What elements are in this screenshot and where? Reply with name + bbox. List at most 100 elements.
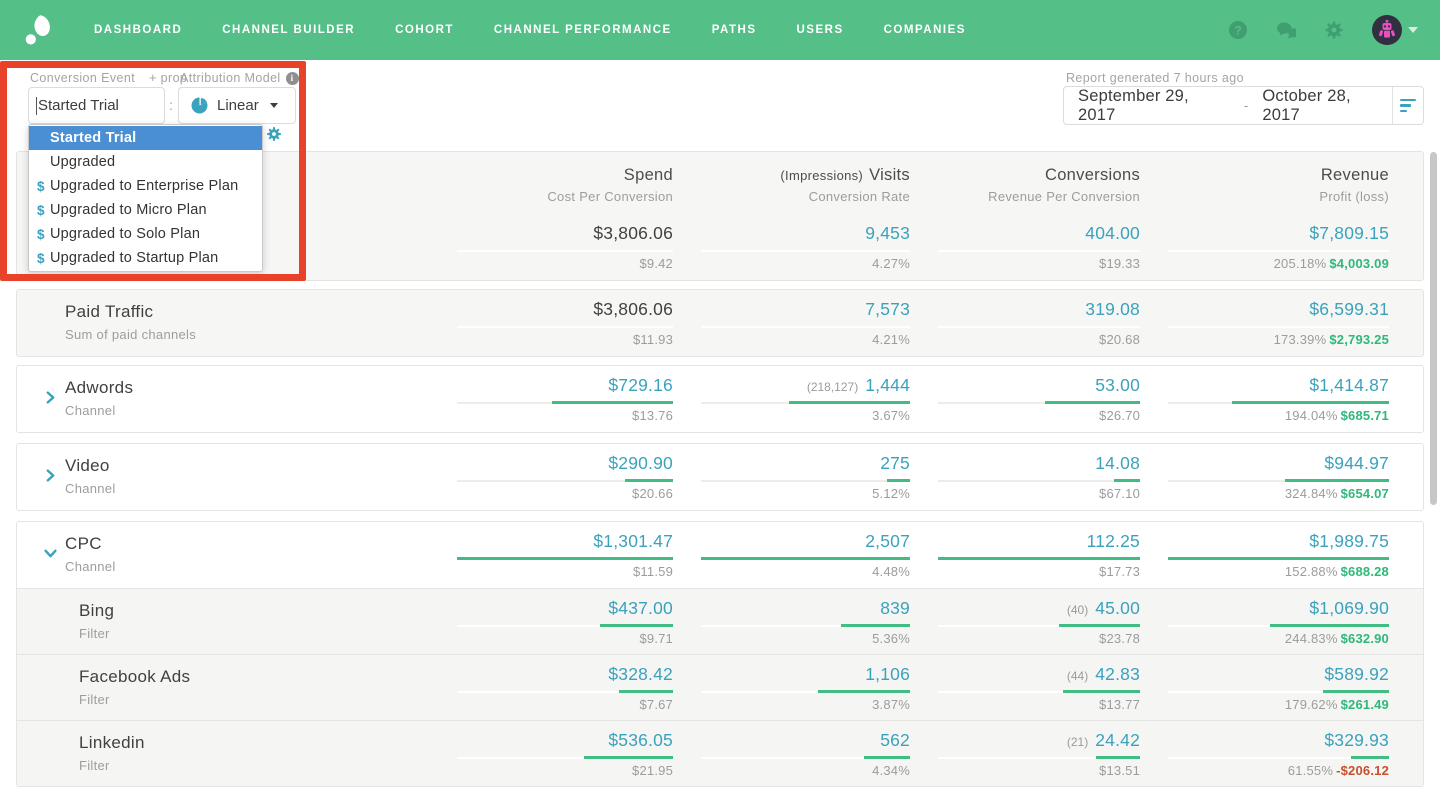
row-header-cell[interactable]: Facebook Ads Filter: [17, 655, 429, 720]
expand-chevron-icon[interactable]: [44, 547, 57, 560]
revenue-value: $7,809.15: [1309, 223, 1389, 243]
row-title: CPC: [65, 534, 429, 554]
dollar-icon: $: [37, 203, 50, 218]
row-header-cell[interactable]: Linkedin Filter: [17, 721, 429, 786]
visits-value: 1,444: [865, 375, 910, 395]
conversions-cell: 404.00 $19.33: [910, 214, 1140, 280]
profit-percent-value: 179.62%: [1285, 697, 1338, 712]
row-subtitle: Channel: [65, 559, 429, 574]
visits-cell: 2,507 4.48%: [673, 522, 910, 588]
attribution-model-label-text: Attribution Model: [180, 71, 281, 85]
attribution-logo[interactable]: [22, 13, 56, 47]
conversions-header[interactable]: Conversions: [910, 166, 1140, 186]
spend-subheader[interactable]: Cost Per Conversion: [429, 189, 673, 204]
value-bar-track: [701, 480, 910, 482]
row-title: Video: [65, 456, 429, 476]
scrollbar-thumb[interactable]: [1430, 152, 1437, 505]
row-header-cell[interactable]: Video Channel: [17, 444, 429, 510]
spend-value: $536.05: [608, 730, 673, 750]
profit-percent-value: 244.83%: [1285, 631, 1338, 646]
conversion-event-label: Conversion Event + prop: [30, 71, 187, 85]
row-subtitle: Filter: [79, 626, 429, 641]
spend-value: $729.16: [608, 375, 673, 395]
revenue-value: $6,599.31: [1309, 299, 1389, 319]
row-header-cell[interactable]: Bing Filter: [17, 589, 429, 654]
dropdown-option-startup[interactable]: $ Upgraded to Startup Plan: [29, 246, 262, 270]
revenue-per-conversion-value: $23.78: [910, 631, 1140, 646]
spend-value: $437.00: [608, 598, 673, 618]
expand-chevron-icon[interactable]: [44, 391, 57, 404]
value-bar-track: [938, 625, 1140, 627]
dropdown-option-upgraded[interactable]: Upgraded: [29, 150, 262, 174]
nav-paths[interactable]: PATHS: [712, 24, 757, 36]
table-row: CPC Channel $1,301.47 $11.59 2,507 4.48%…: [17, 522, 1423, 588]
value-bar-track: [938, 402, 1140, 404]
spend-cell: $290.90 $20.66: [429, 444, 673, 510]
dropdown-option-started-trial[interactable]: Started Trial: [29, 126, 262, 150]
gear-icon[interactable]: [266, 126, 282, 142]
value-bar-track: [701, 250, 910, 252]
nav-users[interactable]: USERS: [797, 24, 844, 36]
spend-value: $3,806.06: [593, 299, 673, 319]
value-bar-fill: [1285, 479, 1389, 482]
dropdown-option-solo[interactable]: $ Upgraded to Solo Plan: [29, 222, 262, 246]
svg-text:?: ?: [1234, 24, 1241, 38]
visits-header[interactable]: Visits: [869, 166, 910, 184]
revenue-per-conversion-subheader[interactable]: Revenue Per Conversion: [910, 189, 1140, 204]
report-options-icon[interactable]: [1393, 99, 1423, 113]
value-bar-fill: [1351, 756, 1389, 759]
value-bar-track: [457, 250, 673, 252]
nav-channel-performance[interactable]: CHANNEL PERFORMANCE: [494, 24, 672, 36]
profit-loss-subheader[interactable]: Profit (loss): [1140, 189, 1389, 204]
spend-cell: $3,806.06 $11.93: [429, 290, 673, 356]
profit-percent-value: 324.84%: [1285, 486, 1338, 501]
help-icon[interactable]: ?: [1228, 20, 1248, 40]
row-header-cell[interactable]: CPC Channel: [17, 522, 429, 588]
text-cursor: [36, 97, 37, 115]
date-separator: -: [1244, 98, 1249, 113]
conversions-value: 319.08: [1085, 299, 1140, 319]
info-icon[interactable]: i: [286, 72, 299, 85]
table-row: Linkedin Filter $536.05 $21.95 562 4.34%…: [17, 720, 1423, 786]
nav-dashboard[interactable]: DASHBOARD: [94, 24, 182, 36]
conversion-rate-subheader[interactable]: Conversion Rate: [673, 189, 910, 204]
expand-chevron-icon[interactable]: [44, 469, 57, 482]
conversions-value: 14.08: [1095, 453, 1140, 473]
date-range-text: September 29, 2017 - October 28, 2017: [1064, 87, 1392, 125]
option-label: Started Trial: [50, 130, 136, 146]
dropdown-option-enterprise[interactable]: $ Upgraded to Enterprise Plan: [29, 174, 262, 198]
row-title: Bing: [79, 601, 429, 621]
nav-companies[interactable]: COMPANIES: [884, 24, 966, 36]
row-title: Adwords: [65, 378, 429, 398]
value-bar-fill: [938, 557, 1140, 560]
spend-header[interactable]: Spend: [429, 166, 673, 186]
cost-per-conversion-value: $11.59: [429, 564, 673, 579]
nav-cohort[interactable]: COHORT: [395, 24, 454, 36]
gear-icon[interactable]: [1324, 20, 1344, 40]
revenue-per-conversion-value: $17.73: [910, 564, 1140, 579]
value-bar-fill: [1323, 690, 1389, 693]
attribution-model-value: Linear: [217, 97, 259, 114]
attribution-model-select[interactable]: Linear: [178, 87, 296, 124]
option-label: Upgraded to Startup Plan: [50, 250, 218, 266]
conversions-cell: (44)42.83 $13.77: [910, 655, 1140, 720]
date-range-picker[interactable]: September 29, 2017 - October 28, 2017: [1063, 86, 1424, 125]
conversions-value: 112.25: [1087, 531, 1140, 551]
dropdown-option-micro[interactable]: $ Upgraded to Micro Plan: [29, 198, 262, 222]
value-bar-track: [1168, 402, 1389, 404]
dollar-icon: $: [37, 251, 50, 266]
revenue-cell: $944.97 324.84%$654.07: [1140, 444, 1389, 510]
visits-cell: 9,453 4.27%: [673, 214, 910, 280]
date-start: September 29, 2017: [1078, 87, 1230, 125]
value-bar-fill: [1232, 401, 1389, 404]
conversion-event-input[interactable]: Started Trial: [28, 87, 165, 124]
revenue-value: $1,069.90: [1309, 598, 1389, 618]
dollar-icon: $: [37, 179, 50, 194]
row-header-cell[interactable]: Adwords Channel: [17, 366, 429, 432]
value-bar-track: [1168, 757, 1389, 759]
nav-channel-builder[interactable]: CHANNEL BUILDER: [222, 24, 355, 36]
user-menu[interactable]: [1372, 15, 1418, 45]
row-header-cell[interactable]: Paid Traffic Sum of paid channels: [17, 290, 429, 356]
revenue-header[interactable]: Revenue: [1140, 166, 1389, 186]
chat-icon[interactable]: [1276, 20, 1296, 40]
